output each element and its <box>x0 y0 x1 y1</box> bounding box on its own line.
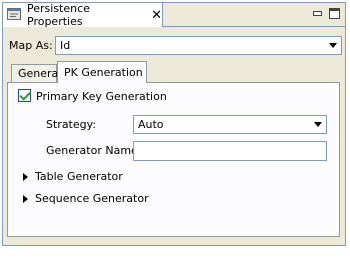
view-tab-strip <box>163 3 345 27</box>
generator-name-field[interactable] <box>133 141 327 161</box>
minimize-icon[interactable] <box>312 8 323 19</box>
sequence-generator-section[interactable]: Sequence Generator <box>23 192 149 205</box>
persistence-properties-view: Persistence Properties ✕ Map As: Id Gene… <box>2 2 346 246</box>
strategy-dropdown[interactable]: Auto <box>133 115 327 134</box>
tab-general[interactable]: General <box>11 64 61 82</box>
strategy-label: Strategy: <box>46 118 97 131</box>
view-content: Map As: Id General PK Generation Primary… <box>3 27 345 245</box>
close-icon[interactable]: ✕ <box>151 9 162 22</box>
sequence-generator-label: Sequence Generator <box>35 192 149 205</box>
map-as-dropdown[interactable]: Id <box>55 36 342 55</box>
generator-name-label: Generator Name: <box>46 144 142 157</box>
maximize-icon[interactable] <box>329 8 340 19</box>
table-generator-section[interactable]: Table Generator <box>23 170 123 183</box>
primary-key-generation-checkbox[interactable] <box>18 89 31 102</box>
chevron-down-icon[interactable] <box>309 116 326 133</box>
primary-key-generation-label: Primary Key Generation <box>36 90 167 103</box>
pk-generation-panel: Primary Key Generation Strategy: Auto Ge… <box>7 82 340 237</box>
view-tab[interactable]: Persistence Properties ✕ <box>3 2 163 28</box>
table-generator-label: Table Generator <box>35 170 123 183</box>
tab-pk-generation[interactable]: PK Generation <box>57 61 147 83</box>
map-as-label: Map As: <box>9 39 53 52</box>
view-tab-title: Persistence Properties <box>27 2 90 28</box>
map-as-value: Id <box>60 39 71 52</box>
expand-triangle-icon[interactable] <box>23 172 28 181</box>
expand-triangle-icon[interactable] <box>23 194 28 203</box>
chevron-down-icon[interactable] <box>324 37 341 54</box>
properties-icon <box>7 7 21 23</box>
strategy-value: Auto <box>138 118 164 131</box>
